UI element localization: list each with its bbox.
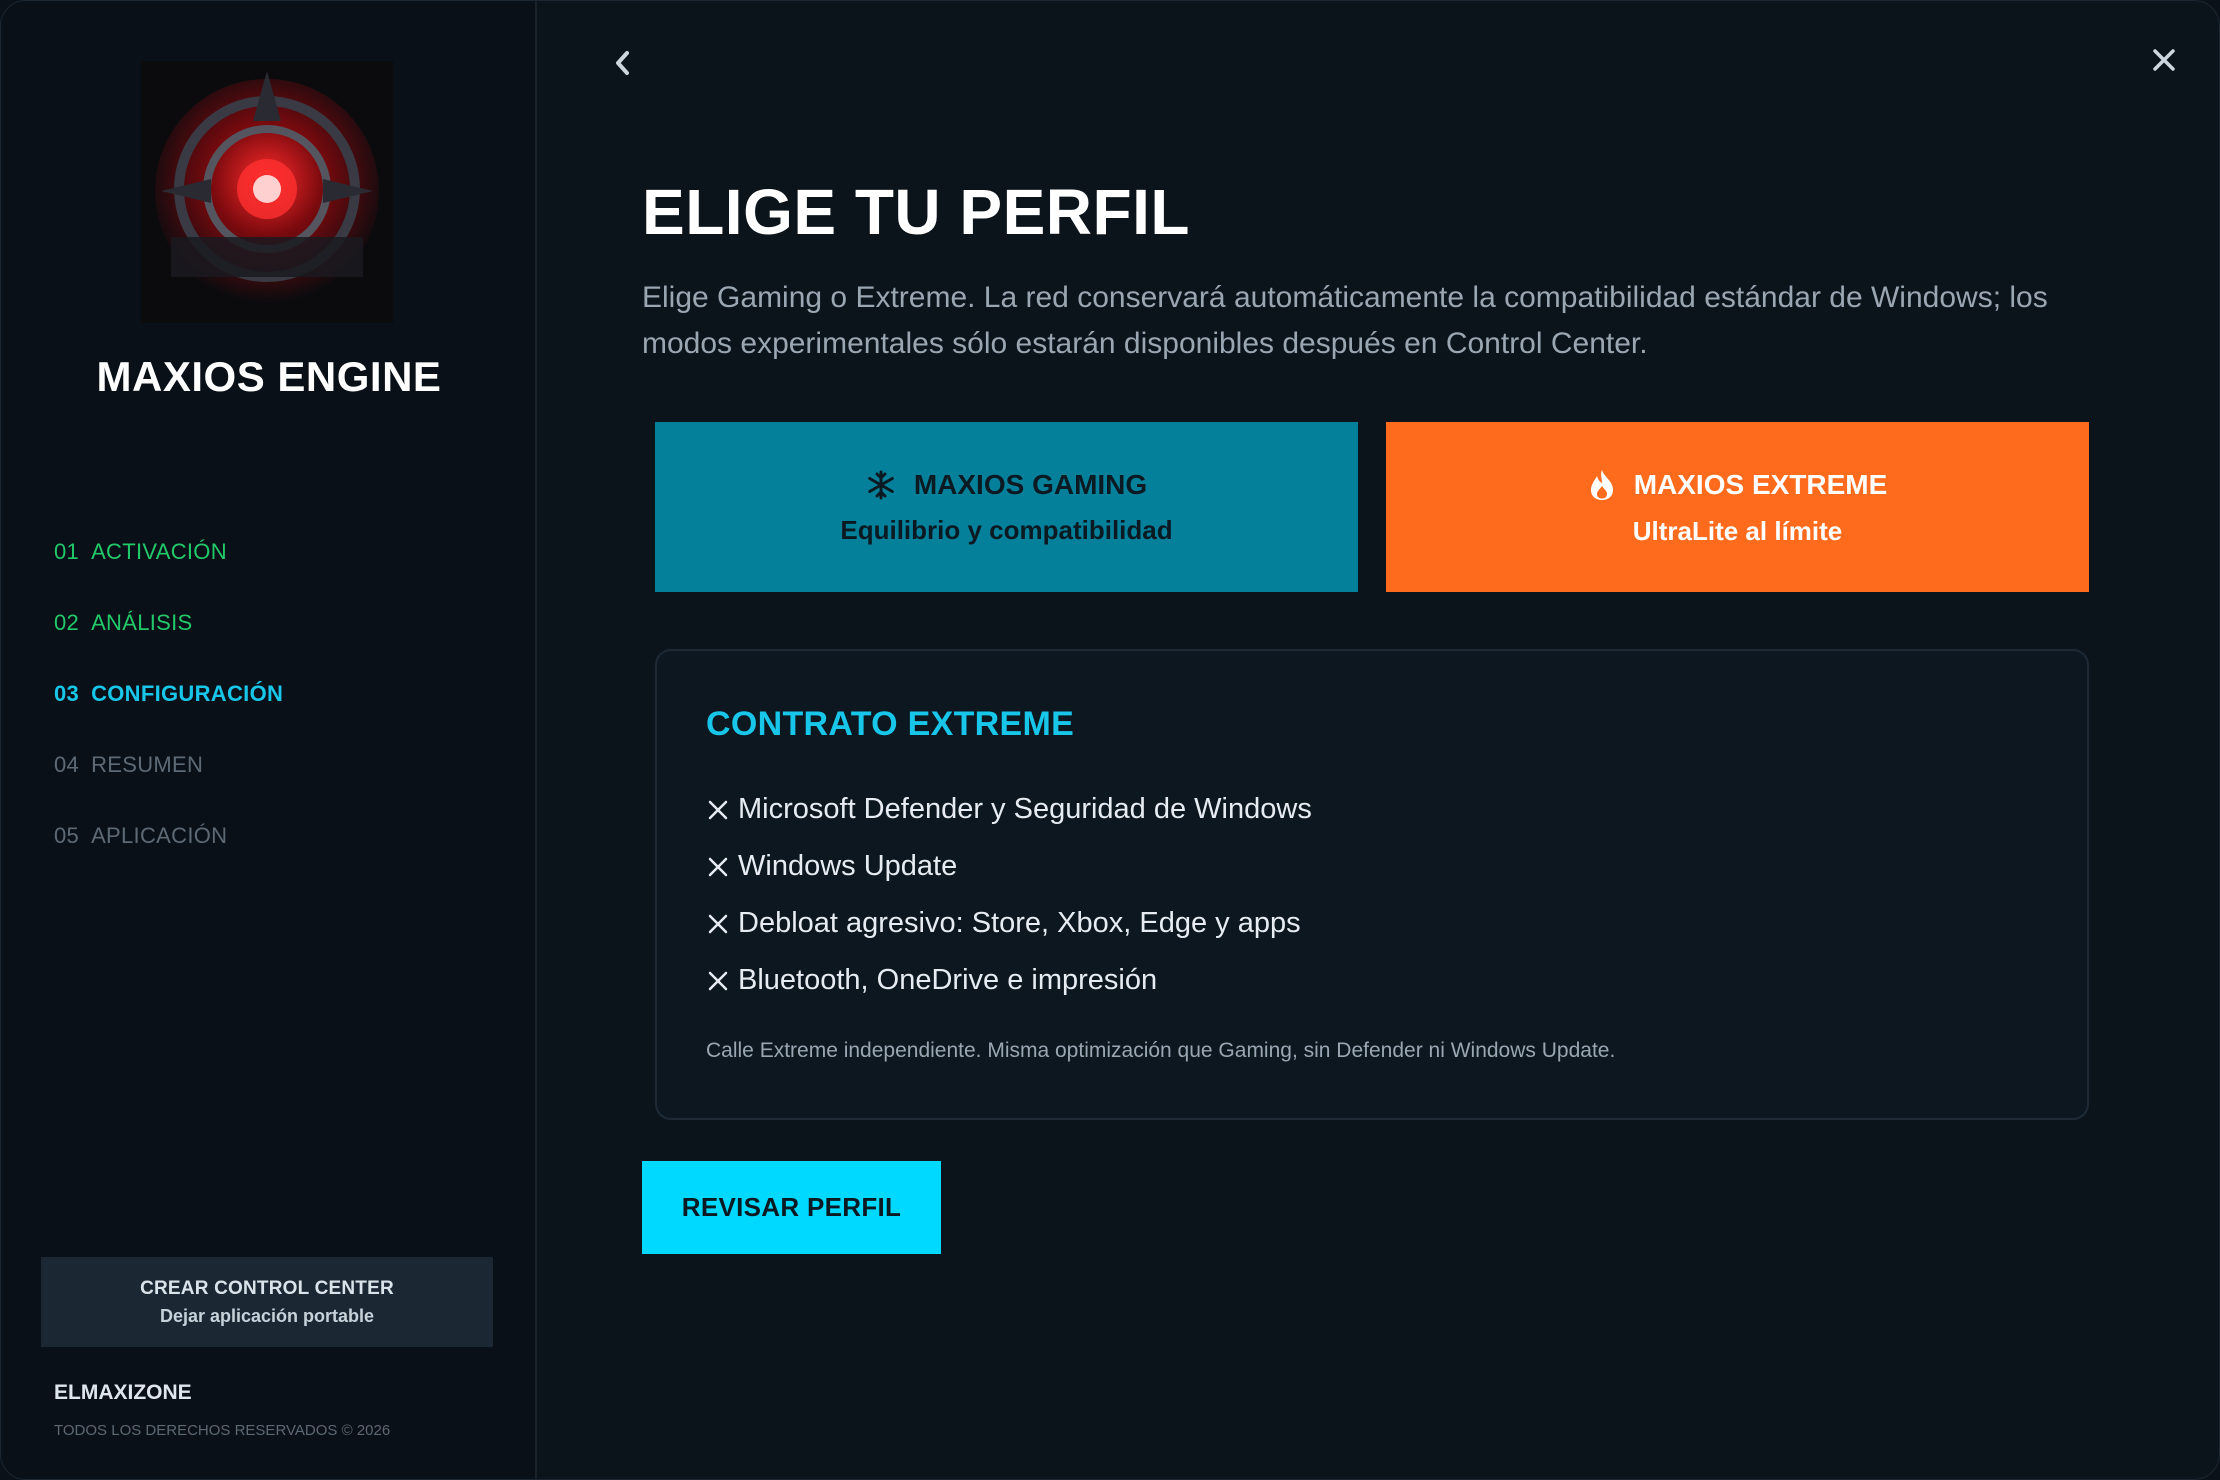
step-label: CONFIGURACIÓN xyxy=(91,681,284,706)
step-number: 02 xyxy=(54,610,80,635)
close-icon xyxy=(2153,49,2175,71)
back-button[interactable] xyxy=(607,43,637,83)
profile-gaming-header: MAXIOS GAMING xyxy=(866,469,1147,501)
step-aplicacion[interactable]: 05 APLICACIÓN xyxy=(54,823,283,894)
profile-gaming-description: Equilibrio y compatibilidad xyxy=(840,514,1173,545)
step-activacion[interactable]: 01 ACTIVACIÓN xyxy=(54,539,283,610)
contract-list: Microsoft Defender y Seguridad de Window… xyxy=(706,781,1312,1009)
profile-gaming-button[interactable]: MAXIOS GAMING Equilibrio y compatibilida… xyxy=(655,422,1358,592)
x-icon xyxy=(708,971,728,990)
contract-item-text: Microsoft Defender y Seguridad de Window… xyxy=(738,793,1312,825)
step-analisis[interactable]: 02 ANÁLISIS xyxy=(54,610,283,681)
contract-item: Windows Update xyxy=(706,838,1312,895)
contract-item: Microsoft Defender y Seguridad de Window… xyxy=(706,781,1312,838)
step-number: 03 xyxy=(54,681,80,706)
step-number: 04 xyxy=(54,752,80,777)
step-resumen[interactable]: 04 RESUMEN xyxy=(54,752,283,823)
page-title: ELIGE TU PERFIL xyxy=(642,176,1190,248)
create-control-center-button[interactable]: CREAR CONTROL CENTER Dejar aplicación po… xyxy=(41,1257,493,1347)
brand-name: ELMAXIZONE xyxy=(54,1381,192,1404)
step-label: ANÁLISIS xyxy=(91,610,193,635)
contract-panel: CONTRATO EXTREME Microsoft Defender y Se… xyxy=(655,649,2089,1120)
profile-extreme-button[interactable]: MAXIOS EXTREME UltraLite al límite xyxy=(1386,422,2089,592)
app-logo xyxy=(141,61,393,323)
cc-button-title: CREAR CONTROL CENTER xyxy=(140,1277,394,1299)
profile-gaming-name: MAXIOS GAMING xyxy=(913,468,1148,500)
step-label: APLICACIÓN xyxy=(91,823,228,848)
cc-button-subtitle: Dejar aplicación portable xyxy=(159,1305,375,1326)
contract-note: Calle Extreme independiente. Misma optim… xyxy=(706,1039,1616,1062)
step-label: RESUMEN xyxy=(91,752,204,777)
page-subtitle: Elige Gaming o Extreme. La red conservar… xyxy=(642,281,2048,360)
profile-extreme-name: MAXIOS EXTREME xyxy=(1633,468,1888,500)
app-name: MAXIOS ENGINE xyxy=(96,353,442,400)
contract-item: Debloat agresivo: Store, Xbox, Edge y ap… xyxy=(706,895,1312,952)
profile-extreme-description: UltraLite al límite xyxy=(1632,515,1843,546)
contract-title: CONTRATO EXTREME xyxy=(706,705,1075,743)
x-icon xyxy=(708,857,728,876)
flame-icon xyxy=(1590,469,1613,500)
chevron-left-icon xyxy=(616,51,629,75)
step-configuracion[interactable]: 03 CONFIGURACIÓN xyxy=(54,681,283,752)
snowflake-icon xyxy=(868,470,894,499)
close-button[interactable] xyxy=(2147,43,2181,77)
contract-item-text: Bluetooth, OneDrive e impresión xyxy=(738,964,1158,996)
wizard-steps: 01 ACTIVACIÓN 02 ANÁLISIS 03 CONFIGURACI… xyxy=(54,539,283,894)
x-icon xyxy=(708,914,728,933)
contract-item: Bluetooth, OneDrive e impresión xyxy=(706,952,1312,1009)
contract-item-text: Windows Update xyxy=(738,850,958,882)
contract-item-text: Debloat agresivo: Store, Xbox, Edge y ap… xyxy=(738,907,1301,939)
review-profile-button[interactable]: REVISAR PERFIL xyxy=(642,1161,941,1254)
app-window: MAXIOS ENGINE 01 ACTIVACIÓN 02 ANÁLISIS … xyxy=(0,0,2220,1480)
profile-extreme-header: MAXIOS EXTREME xyxy=(1588,468,1888,502)
x-icon xyxy=(708,800,728,819)
step-number: 01 xyxy=(54,539,80,564)
step-number: 05 xyxy=(54,823,80,848)
step-label: ACTIVACIÓN xyxy=(91,539,227,564)
sidebar: MAXIOS ENGINE 01 ACTIVACIÓN 02 ANÁLISIS … xyxy=(1,1,537,1479)
copyright-text: TODOS LOS DERECHOS RESERVADOS © 2026 xyxy=(54,1422,391,1439)
